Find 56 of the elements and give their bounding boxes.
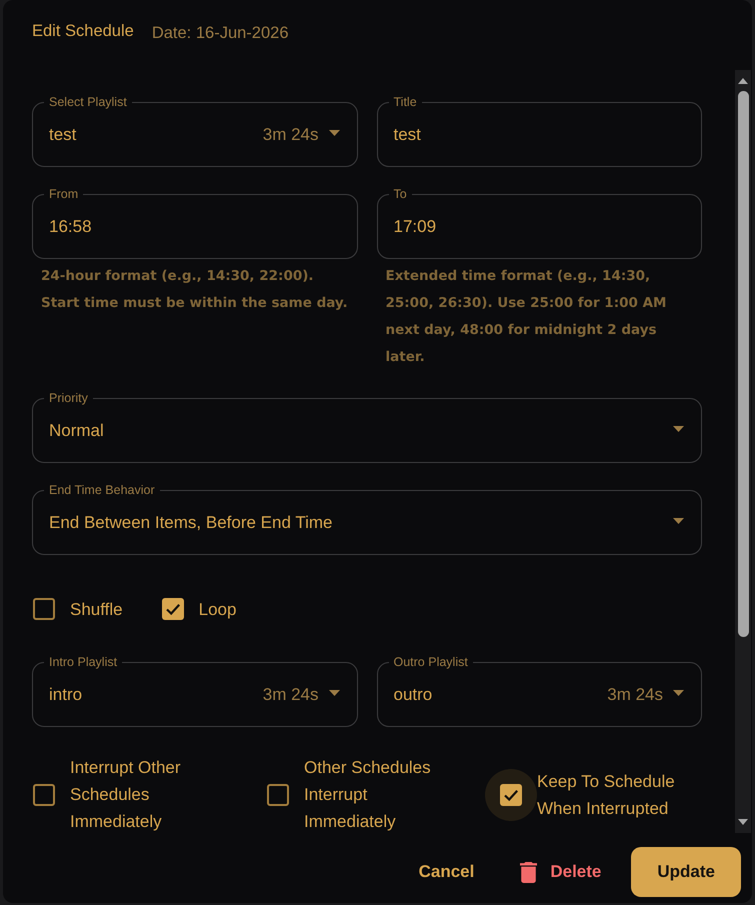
duration-text: 3m 24s [262,684,318,705]
field-label: Title [392,95,418,109]
dialog-title: Edit Schedule [32,21,134,42]
caret-down-icon [673,518,684,524]
helper-text: Start time must be within the same day. [41,294,349,313]
update-button[interactable]: Update [631,847,741,897]
field-value: test [394,124,422,145]
cancel-button[interactable]: Cancel [402,852,490,892]
field-label: End Time Behavior [48,483,156,497]
field-value: intro [49,684,84,705]
scrollbar-track[interactable] [735,70,751,833]
select-field[interactable]: End Time Behavior End Between Items, Before End Time [32,483,702,555]
checkbox-label[interactable]: Loop [198,596,236,622]
field-label: To [392,187,408,201]
trash-icon [520,862,538,882]
helper-text: 24-hour format (e.g., 14:30, 22:00). [41,267,315,286]
text-field[interactable]: To 17:09 [376,187,702,259]
field-value: 17:09 [394,216,438,237]
select-field[interactable]: Select Playlist test 3m 24s [32,95,358,167]
caret-down-icon [328,130,340,136]
button-label: Delete [550,862,602,882]
select-field[interactable]: Priority Normal [32,391,702,463]
select-field[interactable]: Outro Playlist outro 3m 24s [376,655,702,727]
scroll-up-icon[interactable] [738,78,748,84]
field-label: Select Playlist [48,95,128,109]
text-field[interactable]: From 16:58 [32,187,358,259]
checkbox-label[interactable]: Keep To Schedule When Interrupted [537,768,682,822]
checkbox[interactable] [485,768,537,820]
caret-down-icon [673,426,684,432]
checkbox[interactable] [33,598,55,620]
helper-text: Extended time format (e.g., 14:30, 25:00, 26:30). Use 25:00 for 1:00 AM next day, 48:00 for midnight 2 days later. [386,267,668,367]
field-value: test [49,124,78,145]
duration-text: 3m 24s [607,684,663,705]
checkbox[interactable] [162,598,184,620]
text-field[interactable]: Title test [376,95,702,167]
field-label: Outro Playlist [392,655,469,669]
scroll-down-icon[interactable] [738,819,748,825]
checkbox-label[interactable]: Interrupt Other Schedules Immediately [70,754,215,835]
checkbox[interactable] [33,784,55,806]
field-value: outro [394,684,434,705]
field-label: Intro Playlist [48,655,118,669]
duration-text: 3m 24s [262,124,318,145]
checkbox-label[interactable]: Other Schedules Interrupt Immediately [304,754,449,835]
delete-button[interactable]: Delete [506,852,616,892]
checkbox[interactable] [267,784,289,806]
caret-down-icon [673,690,684,696]
field-value: End Between Items, Before End Time [49,512,334,533]
date-text: Date: 16-Jun-2026 [152,23,289,44]
scrollbar-thumb[interactable] [738,91,748,637]
checkbox-label[interactable]: Shuffle [70,596,123,622]
caret-down-icon [328,690,340,696]
field-value: Normal [49,420,105,441]
field-label: From [48,187,80,201]
field-value: 16:58 [49,216,93,237]
field-label: Priority [48,391,89,405]
select-field[interactable]: Intro Playlist intro 3m 24s [32,655,358,727]
